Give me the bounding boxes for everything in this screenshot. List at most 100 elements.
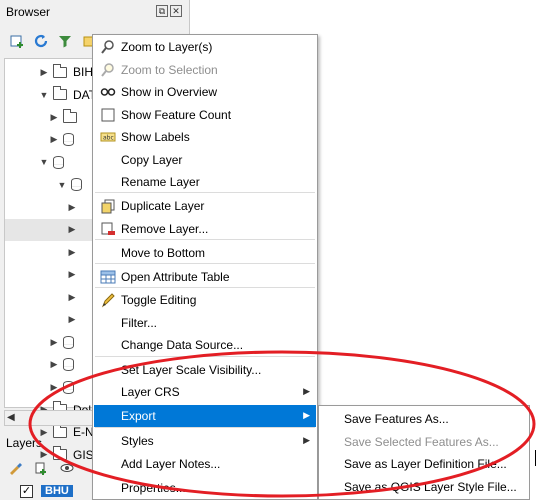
submenu-item-label: Save Features As... <box>344 412 449 426</box>
menu-item-set-layer-scale-visibility[interactable]: Set Layer Scale Visibility... <box>94 359 316 381</box>
menu-item-export[interactable]: Export ▶ <box>94 405 316 427</box>
expand-arrow-icon[interactable]: ▶ <box>39 67 49 78</box>
add-group-icon[interactable] <box>32 459 50 477</box>
tree-label: GIS <box>73 447 94 462</box>
submenu-arrow-icon: ▶ <box>303 435 310 445</box>
menu-item-open-attribute-table[interactable]: Open Attribute Table <box>94 266 316 288</box>
layers-panel-title: Layers <box>6 436 43 450</box>
right-edge <box>530 0 541 500</box>
submenu-item-label: Save Selected Features As... <box>344 435 499 449</box>
menu-item-filter[interactable]: Filter... <box>94 312 316 334</box>
expand-arrow-icon[interactable]: ▶ <box>67 202 77 213</box>
browser-titlebar: Browser ⧉ ✕ <box>0 0 190 24</box>
text-cursor <box>535 450 536 466</box>
menu-item-label: Properties... <box>121 481 186 495</box>
menu-item-label: Filter... <box>121 316 158 330</box>
menu-item-duplicate-layer[interactable]: Duplicate Layer <box>94 195 316 217</box>
menu-item-label: Show Labels <box>121 130 190 144</box>
menu-item-label: Styles <box>121 434 154 448</box>
database-icon <box>63 133 74 146</box>
menu-item-label: Zoom to Selection <box>121 63 218 77</box>
expand-arrow-icon[interactable]: ▶ <box>49 112 59 123</box>
folder-icon <box>63 108 77 123</box>
expand-arrow-icon[interactable]: ▶ <box>49 134 59 145</box>
labels-icon: abc <box>100 129 116 145</box>
layer-context-menu: Zoom to Layer(s) Zoom to Selection Show in… <box>92 34 318 500</box>
scroll-left-icon[interactable]: ◀ <box>7 412 15 423</box>
database-icon <box>53 155 64 169</box>
menu-item-label: Rename Layer <box>121 175 200 189</box>
menu-item-label: Zoom to Layer(s) <box>121 40 213 54</box>
menu-separator <box>95 356 315 357</box>
database-icon <box>71 178 82 191</box>
collapse-arrow-icon[interactable]: ▼ <box>39 157 49 167</box>
pencil-icon <box>100 292 116 308</box>
expand-arrow-icon[interactable]: ▶ <box>67 269 77 280</box>
submenu-item-save-selected-features-as: Save Selected Features As... <box>320 431 528 453</box>
add-layer-icon[interactable] <box>8 32 26 50</box>
menu-item-layer-crs[interactable]: Layer CRS ▶ <box>94 381 316 403</box>
submenu-item-save-as-layer-definition-file[interactable]: Save as Layer Definition File... <box>320 453 528 475</box>
refresh-icon[interactable] <box>32 32 50 50</box>
menu-item-show-labels[interactable]: abc Show Labels <box>94 126 316 148</box>
folder-icon <box>53 423 67 438</box>
close-panel-button[interactable]: ✕ <box>170 5 182 17</box>
style-brush-icon[interactable] <box>6 459 24 477</box>
menu-item-rename-layer[interactable]: Rename Layer <box>94 171 316 193</box>
menu-item-label: Remove Layer... <box>121 222 209 236</box>
layer-name[interactable]: BHU <box>41 485 73 497</box>
menu-item-show-feature-count[interactable]: Show Feature Count <box>94 104 316 126</box>
expand-arrow-icon[interactable]: ▶ <box>67 314 77 325</box>
visibility-eye-icon[interactable] <box>58 459 76 477</box>
filter-icon[interactable] <box>56 32 74 50</box>
folder-icon <box>53 86 67 100</box>
menu-item-zoom-to-selection: Zoom to Selection <box>94 59 316 81</box>
expand-arrow-icon[interactable]: ▶ <box>67 247 77 258</box>
tree-label: BIH <box>73 65 94 79</box>
expand-arrow-icon[interactable]: ▶ <box>49 382 59 393</box>
menu-item-label: Open Attribute Table <box>121 270 230 284</box>
zoom-icon <box>100 39 116 55</box>
layer-visibility-checkbox[interactable]: ✓ <box>20 484 33 498</box>
browser-title: Browser <box>6 5 51 19</box>
submenu-item-label: Save as Layer Definition File... <box>344 457 507 471</box>
submenu-item-save-features-as[interactable]: Save Features As... <box>320 408 528 430</box>
menu-item-label: Set Layer Scale Visibility... <box>121 363 262 377</box>
expand-arrow-icon[interactable]: ▶ <box>49 337 59 348</box>
overview-icon <box>100 84 116 100</box>
menu-item-remove-layer[interactable]: Remove Layer... <box>94 218 316 240</box>
duplicate-icon <box>100 198 116 214</box>
menu-item-toggle-editing[interactable]: Toggle Editing <box>94 289 316 311</box>
menu-item-show-in-overview[interactable]: Show in Overview <box>94 81 316 103</box>
undock-button[interactable]: ⧉ <box>156 5 168 17</box>
database-icon <box>63 380 74 394</box>
submenu-item-save-as-qgis-layer-style-file[interactable]: Save as QGIS Layer Style File... <box>320 476 528 498</box>
submenu-arrow-icon: ▶ <box>303 410 310 420</box>
menu-item-add-layer-notes[interactable]: Add Layer Notes... <box>94 453 316 475</box>
database-icon <box>63 358 74 371</box>
menu-item-change-data-source[interactable]: Change Data Source... <box>94 334 316 356</box>
submenu-item-label: Save as QGIS Layer Style File... <box>344 480 517 494</box>
menu-item-copy-layer[interactable]: Copy Layer <box>94 149 316 171</box>
layer-row[interactable]: ✓ BHU <box>20 482 73 500</box>
menu-separator <box>95 427 315 428</box>
collapse-arrow-icon[interactable]: ▼ <box>39 90 49 100</box>
menu-item-label: Show in Overview <box>121 85 218 99</box>
database-icon <box>63 335 74 349</box>
expand-arrow-icon[interactable]: ▶ <box>49 359 59 370</box>
collapse-arrow-icon[interactable]: ▼ <box>57 180 67 190</box>
svg-text:abc: abc <box>103 135 114 142</box>
folder-icon <box>53 63 67 78</box>
menu-item-zoom-to-layer-s[interactable]: Zoom to Layer(s) <box>94 36 316 58</box>
menu-item-label: Show Feature Count <box>121 108 232 122</box>
menu-item-styles[interactable]: Styles ▶ <box>94 430 316 452</box>
expand-arrow-icon[interactable]: ▶ <box>67 224 77 235</box>
menu-item-properties[interactable]: Properties... <box>94 477 316 499</box>
table-icon <box>100 269 116 285</box>
layers-toolbar <box>6 458 76 478</box>
expand-arrow-icon[interactable]: ▶ <box>67 292 77 303</box>
export-submenu: Save Features As... Save Selected Feature… <box>318 405 530 500</box>
tree-label: E-N <box>73 425 94 439</box>
menu-item-label: Add Layer Notes... <box>121 457 221 471</box>
menu-item-move-to-bottom[interactable]: Move to Bottom <box>94 242 316 264</box>
